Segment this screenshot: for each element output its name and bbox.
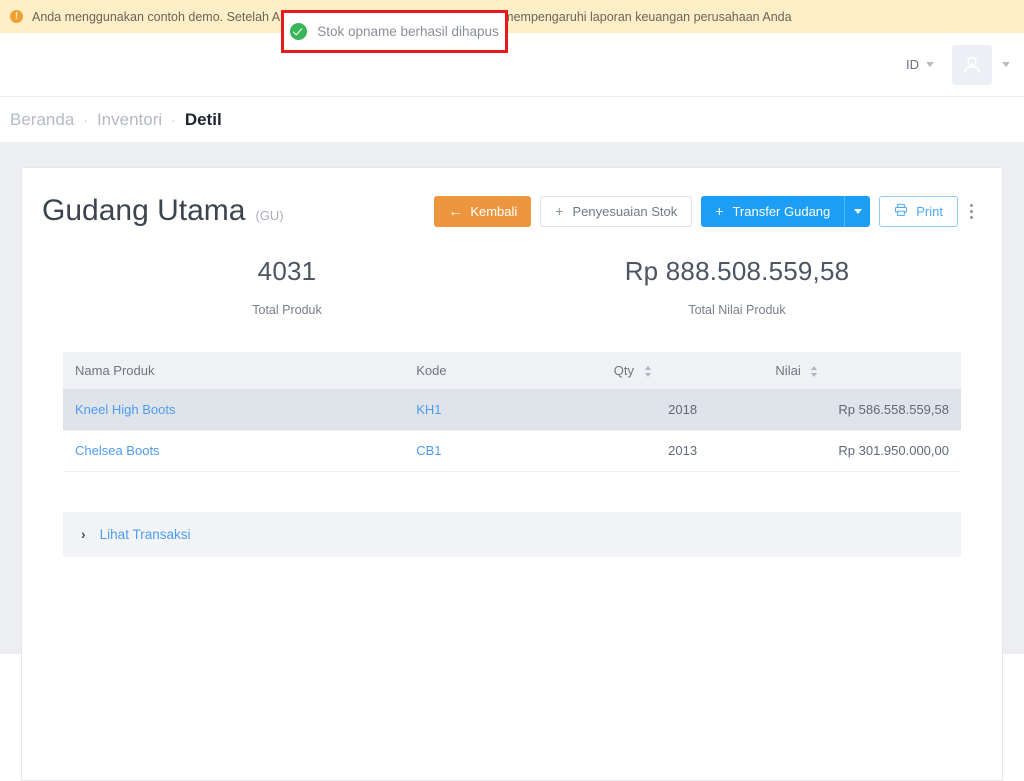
- warehouse-detail-card: Gudang Utama (GU) ← Kembali + Penyesuaia…: [21, 167, 1003, 781]
- chevron-down-icon: [926, 62, 934, 67]
- product-link[interactable]: Kneel High Boots: [75, 402, 175, 417]
- back-button-label: Kembali: [470, 203, 518, 219]
- product-code-link[interactable]: KH1: [416, 402, 441, 417]
- transfer-dropdown-button[interactable]: [844, 195, 871, 227]
- column-label: Qty: [613, 363, 635, 378]
- stat-value: 4031: [257, 256, 317, 286]
- success-toast[interactable]: Stok opname berhasil dihapus: [284, 13, 505, 50]
- cell-qty: 2018: [601, 389, 764, 431]
- stat-total-produk: 4031 Total Produk: [62, 256, 512, 317]
- column-header-kode: Kode: [404, 352, 602, 389]
- stat-value: Rp 888.508.559,58: [624, 256, 850, 286]
- column-label: Kode: [416, 363, 447, 378]
- printer-icon: [894, 203, 908, 220]
- sort-icon[interactable]: [644, 366, 652, 378]
- table-row[interactable]: Chelsea Boots CB1 2013 Rp 301.950.000,00: [63, 430, 961, 472]
- cell-nilai: Rp 301.950.000,00: [763, 430, 961, 472]
- toast-highlight-box: Stok opname berhasil dihapus: [281, 10, 508, 53]
- summary-stats: 4031 Total Produk Rp 888.508.559,58 Tota…: [22, 256, 1002, 317]
- table-row[interactable]: Kneel High Boots KH1 2018 Rp 586.558.559…: [63, 389, 961, 431]
- breadcrumb-item-inventori[interactable]: Inventori: [97, 110, 162, 130]
- cell-nama-produk: Chelsea Boots: [63, 430, 405, 472]
- warehouse-title-group: Gudang Utama (GU): [42, 194, 434, 228]
- table-header-row: Nama Produk Kode Qty Nilai: [63, 352, 961, 389]
- warning-circle-icon: !: [10, 10, 23, 23]
- transfer-warehouse-label: Transfer Gudang: [732, 203, 831, 219]
- avatar-chevron-down-icon[interactable]: [1002, 62, 1010, 67]
- language-label: ID: [906, 57, 919, 72]
- breadcrumb-item-detil: Detil: [184, 110, 222, 129]
- column-header-nama-produk: Nama Produk: [63, 352, 405, 389]
- demo-mode-banner: ! Anda menggunakan contoh demo. Setelah …: [0, 0, 1024, 33]
- stat-label: Total Produk: [252, 303, 322, 317]
- chevron-right-icon: ›: [81, 526, 86, 542]
- breadcrumb-separator: ·: [171, 112, 176, 128]
- breadcrumb-item-beranda[interactable]: Beranda: [10, 110, 74, 130]
- cell-kode: KH1: [404, 389, 602, 431]
- action-buttons: ← Kembali + Penyesuaian Stok + Transfer …: [434, 195, 982, 227]
- column-header-nilai[interactable]: Nilai: [763, 352, 961, 389]
- warehouse-code: (GU): [255, 208, 284, 223]
- cell-kode: CB1: [404, 430, 602, 472]
- product-link[interactable]: Chelsea Boots: [75, 443, 160, 458]
- breadcrumb: Beranda · Inventori · Detil: [0, 98, 1024, 142]
- column-label: Nilai: [775, 363, 801, 378]
- print-button-label: Print: [916, 203, 943, 219]
- card-header: Gudang Utama (GU) ← Kembali + Penyesuaia…: [22, 168, 1002, 228]
- language-selector[interactable]: ID: [906, 57, 934, 72]
- product-table: Nama Produk Kode Qty Nilai Kneel High Bo…: [63, 352, 961, 472]
- print-button[interactable]: Print: [879, 195, 958, 227]
- column-header-qty[interactable]: Qty: [601, 352, 764, 389]
- avatar[interactable]: [952, 44, 992, 85]
- stat-total-nilai-produk: Rp 888.508.559,58 Total Nilai Produk: [512, 256, 962, 317]
- product-code-link[interactable]: CB1: [416, 443, 441, 458]
- page-title: Gudang Utama: [42, 194, 246, 227]
- stat-label: Total Nilai Produk: [688, 303, 786, 317]
- check-circle-icon: [290, 23, 308, 40]
- product-table-wrapper: Nama Produk Kode Qty Nilai Kneel High Bo…: [63, 352, 961, 472]
- stock-adjustment-label: Penyesuaian Stok: [572, 203, 678, 219]
- column-label: Nama Produk: [75, 363, 155, 378]
- table-header: Nama Produk Kode Qty Nilai: [63, 352, 961, 389]
- breadcrumb-separator: ·: [83, 112, 88, 128]
- top-navigation-bar: ID: [0, 33, 1024, 97]
- lihat-transaksi-label: Lihat Transaksi: [99, 526, 191, 542]
- table-body: Kneel High Boots KH1 2018 Rp 586.558.559…: [63, 389, 961, 472]
- plus-icon: +: [715, 203, 724, 219]
- transfer-warehouse-button[interactable]: + Transfer Gudang: [701, 195, 845, 227]
- chevron-down-icon: [853, 208, 862, 214]
- stock-adjustment-button[interactable]: + Penyesuaian Stok: [540, 195, 693, 227]
- kebab-menu-icon[interactable]: [960, 196, 982, 227]
- back-button[interactable]: ← Kembali: [434, 195, 532, 227]
- cell-nama-produk: Kneel High Boots: [63, 389, 405, 431]
- page-body: Gudang Utama (GU) ← Kembali + Penyesuaia…: [0, 142, 1024, 781]
- cell-nilai: Rp 586.558.559,58: [763, 389, 961, 431]
- cell-qty: 2013: [601, 430, 764, 472]
- user-avatar-icon: [964, 56, 980, 73]
- sort-icon[interactable]: [811, 366, 818, 378]
- plus-icon: +: [555, 203, 564, 219]
- lihat-transaksi-accordion[interactable]: › Lihat Transaksi: [63, 511, 961, 557]
- toast-message: Stok opname berhasil dihapus: [317, 24, 499, 39]
- arrow-left-icon: ←: [448, 203, 463, 219]
